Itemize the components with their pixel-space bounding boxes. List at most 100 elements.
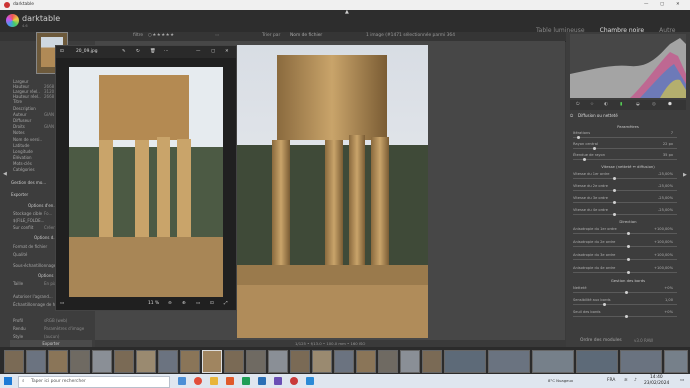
param-slider[interactable] (573, 245, 677, 248)
param-row[interactable]: Sensibilité aux bords 1,00 (573, 298, 677, 302)
info-icon[interactable]: ⊡ (210, 301, 214, 307)
filmstrip-thumbnail[interactable] (246, 350, 266, 373)
rating-filter[interactable]: ○★★★★★ (148, 33, 175, 39)
zoom-out-icon[interactable]: ⊖ (168, 301, 172, 307)
param-row[interactable]: Anisotropie du 1er ordre +100,00% (573, 227, 677, 231)
wifi-icon[interactable]: ≋ (624, 378, 628, 384)
gallery-icon[interactable]: ⊡ (60, 49, 64, 55)
param-slider[interactable] (573, 271, 677, 274)
module-export[interactable]: Exporter (11, 192, 28, 197)
filmstrip[interactable] (0, 347, 690, 374)
close-button[interactable]: ✕ (676, 2, 680, 8)
volume-icon[interactable]: ♪ (634, 378, 637, 384)
filter-search-field[interactable]: ▭ (215, 33, 219, 39)
param-slider[interactable] (573, 201, 677, 204)
minimize-button[interactable]: — (644, 2, 648, 8)
windows-start-icon[interactable] (4, 377, 12, 385)
explorer-icon[interactable] (210, 377, 218, 385)
group-base-icon[interactable]: ◐ (604, 102, 608, 108)
fullscreen-icon[interactable]: ⤢ (224, 301, 228, 307)
module-power-icon[interactable]: ⏻ (570, 113, 573, 119)
app-icon-green[interactable] (242, 377, 250, 385)
export-row-label[interactable]: Autoriser l'agrand... (13, 294, 53, 299)
weather-widget[interactable]: 8°C Nuageux (548, 378, 573, 384)
filmstrip-thumbnail[interactable] (664, 350, 688, 373)
filmstrip-thumbnail[interactable] (488, 350, 530, 373)
param-slider[interactable] (573, 189, 677, 192)
chrome-icon[interactable] (194, 377, 202, 385)
viewer-close-button[interactable]: ✕ (225, 49, 229, 55)
collapse-left-icon[interactable]: ◀ (3, 171, 7, 177)
param-row[interactable]: Vitesse du 2e ordre -25,00% (573, 184, 677, 188)
app-icon-blue[interactable] (258, 377, 266, 385)
filmstrip-thumbnail[interactable] (180, 350, 200, 373)
task-view-icon[interactable] (178, 377, 186, 385)
clock-date[interactable]: 23/02/2024 (644, 381, 669, 387)
filmstrip-thumbnail[interactable] (378, 350, 398, 373)
filmstrip-thumbnail[interactable] (290, 350, 310, 373)
edit-icon[interactable]: ✎ (122, 49, 126, 55)
filmstrip-thumbnail[interactable] (356, 350, 376, 373)
filmstrip-thumbnail[interactable] (48, 350, 68, 373)
histogram[interactable] (570, 34, 686, 98)
filmstrip-thumbnail[interactable] (268, 350, 288, 373)
app-icon-purple[interactable] (274, 377, 282, 385)
slideshow-icon[interactable]: ▭ (196, 301, 200, 307)
rotate-icon[interactable]: ↻ (136, 49, 140, 55)
group-color-icon[interactable]: ◒ (636, 102, 640, 108)
fit-screen-icon[interactable]: ▭ (60, 301, 64, 307)
filmstrip-thumbnail[interactable] (4, 350, 24, 373)
module-order[interactable]: Ordre des modules (580, 338, 622, 344)
param-row[interactable]: Vitesse du 1er ordre -25,00% (573, 172, 677, 176)
param-slider[interactable] (573, 232, 677, 235)
param-slider[interactable] (573, 136, 677, 139)
collapse-right-icon[interactable]: ▶ (683, 172, 687, 178)
param-slider[interactable] (573, 213, 677, 216)
filmstrip-thumbnail[interactable] (334, 350, 354, 373)
filmstrip-thumbnail[interactable] (312, 350, 332, 373)
group-correct-icon[interactable]: ◎ (652, 102, 656, 108)
notification-icon[interactable]: ▭ (680, 378, 684, 384)
filmstrip-thumbnail[interactable] (26, 350, 46, 373)
maximize-button[interactable]: ▢ (660, 2, 664, 8)
zoom-in-icon[interactable]: ⊕ (182, 301, 186, 307)
collapse-top-icon[interactable]: ▲ (345, 9, 349, 15)
param-row[interactable]: Anisotropie du 2e ordre +100,00% (573, 240, 677, 244)
filmstrip-thumbnail[interactable] (158, 350, 178, 373)
param-slider[interactable] (573, 258, 677, 261)
color-label-filter[interactable] (172, 34, 208, 49)
param-row[interactable]: Étendue de rayon 35 px (573, 153, 677, 157)
group-active-icon[interactable]: ⏻ (576, 102, 579, 108)
language-indicator[interactable]: FRA (607, 378, 615, 384)
viewer-minimize-button[interactable]: — (196, 49, 200, 55)
param-slider[interactable] (573, 177, 677, 180)
filmstrip-thumbnail[interactable] (576, 350, 618, 373)
filmstrip-thumbnail-selected[interactable] (202, 350, 222, 373)
param-slider[interactable] (573, 303, 677, 306)
filmstrip-thumbnail[interactable] (400, 350, 420, 373)
export-row-value[interactable]: Fo... (44, 211, 52, 216)
group-tone-icon[interactable]: ▮ (620, 102, 622, 108)
param-row[interactable]: Rayon central 22 px (573, 142, 677, 146)
delete-icon[interactable]: 🗑 (150, 49, 156, 55)
brave-icon[interactable] (226, 377, 234, 385)
module-title[interactable]: Diffusion ou netteté (578, 113, 618, 119)
photos-taskbar-icon[interactable] (306, 377, 314, 385)
export-button[interactable]: Exporter (10, 340, 92, 347)
more-icon[interactable]: ⋯ (164, 49, 168, 55)
group-favorites-icon[interactable]: ☆ (590, 102, 594, 108)
viewer-maximize-button[interactable]: ▢ (211, 49, 215, 55)
sort-dropdown[interactable]: Nom de fichier (290, 33, 322, 39)
export-row-value[interactable]: Paramètres d'image (44, 326, 84, 331)
param-slider[interactable] (573, 158, 677, 161)
export-row-label[interactable]: $(FILE_FOLDE... (13, 218, 44, 223)
param-row[interactable]: Anisotropie du 4e ordre +100,00% (573, 266, 677, 270)
filmstrip-thumbnail[interactable] (422, 350, 442, 373)
param-row[interactable]: Seuil des bords +0% (573, 310, 677, 314)
filmstrip-thumbnail[interactable] (114, 350, 134, 373)
param-row[interactable]: Itérations 7 (573, 131, 677, 135)
filmstrip-thumbnail[interactable] (444, 350, 486, 373)
taskbar-search-field[interactable]: ⌕ Taper ici pour rechercher (18, 376, 170, 388)
param-row[interactable]: Anisotropie du 3e ordre +100,00% (573, 253, 677, 257)
module-modules-manager[interactable]: Gestion des mo... (11, 180, 46, 185)
